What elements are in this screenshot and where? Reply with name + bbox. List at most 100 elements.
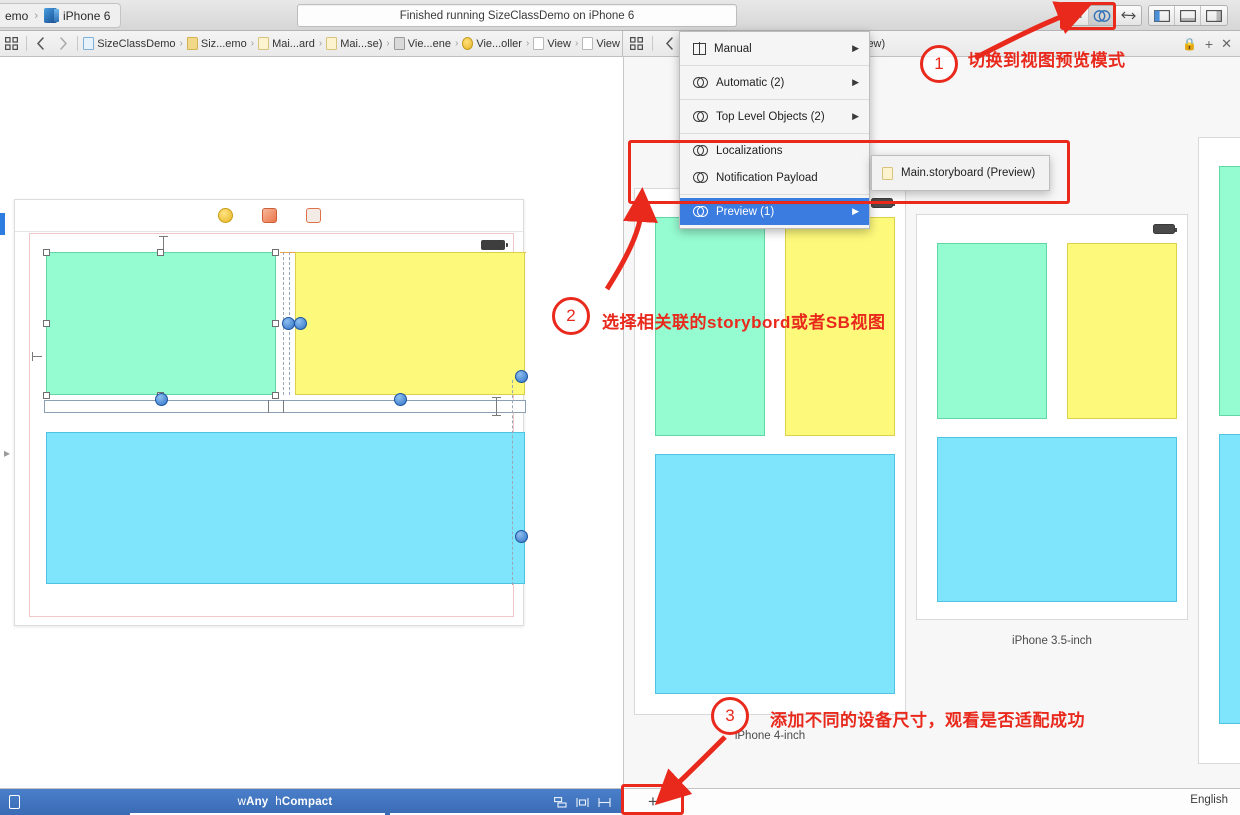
constraint-mark-2 (283, 400, 284, 413)
scene-icon (393, 37, 405, 50)
automatic-venn-icon (693, 110, 708, 123)
breadcrumb-item-storyboard[interactable]: Mai...ard (256, 37, 317, 50)
menu-item-automatic[interactable]: Automatic (2) ▶ (680, 69, 869, 96)
view-icon (582, 37, 594, 50)
menu-item-label: Notification Payload (716, 171, 818, 184)
add-preview-device-button[interactable]: + (622, 789, 684, 815)
preview-battery-icon (1153, 224, 1177, 234)
breadcrumb-item-view-2[interactable]: View (580, 37, 622, 50)
breadcrumb-item-view-1[interactable]: View (531, 37, 573, 50)
resize-handle-tc[interactable] (157, 249, 164, 256)
add-preview-label: + (648, 792, 658, 811)
breadcrumb-sep: › (454, 38, 459, 49)
green-view[interactable] (46, 252, 276, 395)
pin-button[interactable] (594, 797, 616, 808)
submenu-item-main-storyboard-preview[interactable]: Main.storyboard (Preview) (872, 160, 1049, 186)
version-editor-group[interactable] (1114, 5, 1142, 26)
utilities-toggle-button[interactable] (1201, 6, 1227, 25)
debug-area-toggle-button[interactable] (1175, 6, 1201, 25)
assistant-related-items-button[interactable] (623, 31, 649, 57)
preview-device-iphone-4inch[interactable]: iPhone 4-inch (634, 188, 906, 742)
preview-device-partial[interactable] (1198, 137, 1240, 764)
scheme-selector[interactable]: emo › iPhone 6 (0, 3, 122, 28)
breadcrumb-sep: › (386, 38, 390, 49)
resize-handle-bl[interactable] (43, 392, 50, 399)
resize-handle-ml[interactable] (43, 320, 50, 327)
close-assistant-icon[interactable]: ✕ (1221, 36, 1232, 52)
canvas-selection-stripe (0, 213, 5, 235)
standard-editor-button[interactable] (1063, 6, 1089, 25)
device-orientation-icon[interactable] (9, 795, 20, 809)
view-controller-scene[interactable] (14, 199, 528, 626)
constraint-dot-right-top[interactable] (515, 370, 528, 383)
navigator-toggle-button[interactable] (1149, 6, 1175, 25)
panel-toggle-segmented-control[interactable] (1148, 5, 1228, 26)
view-controller-view[interactable] (29, 233, 526, 617)
scheme-separator: › (34, 9, 39, 22)
menu-item-label: Top Level Objects (2) (716, 110, 825, 123)
constraint-spacing-bar[interactable] (44, 400, 526, 413)
jumpbar-divider (25, 36, 27, 51)
constraint-dot-right-bottom[interactable] (515, 530, 528, 543)
annotation-text-2: 选择相关联的storybord或者SB视图 (602, 313, 886, 332)
menu-item-localizations[interactable]: Localizations (680, 137, 869, 164)
menu-separator-4 (680, 194, 869, 195)
status-bar-battery-icon (481, 240, 508, 250)
constraint-dot-a[interactable] (155, 393, 168, 406)
breadcrumb-item-viewcontroller[interactable]: Vie...oller (460, 37, 524, 50)
resize-handle-tr[interactable] (272, 249, 279, 256)
related-items-button[interactable] (0, 31, 23, 57)
breadcrumb-label: Mai...ard (272, 37, 315, 50)
resize-handle-tl[interactable] (43, 249, 50, 256)
align-button[interactable] (572, 797, 594, 808)
device-icon (44, 8, 60, 23)
editor-mode-segmented-control[interactable] (1062, 5, 1116, 26)
project-file-icon (83, 37, 95, 50)
assistant-editor-popup-menu[interactable]: Manual ▶ Automatic (2) ▶ Top Level Objec… (679, 31, 870, 229)
menu-item-label: Manual (714, 42, 752, 55)
scene-dock (15, 200, 523, 232)
chevron-right-icon: ▶ (852, 77, 859, 87)
menu-item-notification-payload[interactable]: Notification Payload (680, 164, 869, 191)
blue-view[interactable] (46, 432, 525, 584)
related-items-icon (629, 37, 643, 50)
bottom-bar: wAny hCompact + English (0, 788, 1240, 815)
pin-icon (598, 797, 612, 807)
width-value: Any (246, 796, 269, 808)
menu-item-manual[interactable]: Manual ▶ (680, 35, 869, 62)
resize-handle-br[interactable] (272, 392, 279, 399)
menu-item-top-level-objects[interactable]: Top Level Objects (2) ▶ (680, 103, 869, 130)
menu-item-label: Localizations (716, 144, 783, 157)
yellow-view[interactable] (295, 252, 525, 395)
first-responder-dock-icon[interactable] (261, 208, 277, 223)
breadcrumb-sep: › (250, 38, 255, 49)
breadcrumb-item-scene[interactable]: Vie...ene (392, 37, 453, 50)
constraints-button[interactable] (550, 796, 572, 808)
preview-device-iphone-35inch[interactable]: iPhone 3.5-inch (916, 214, 1188, 647)
breadcrumb-sep: › (318, 38, 323, 49)
document-outline-toggle[interactable]: ▸ (4, 446, 10, 460)
breadcrumb-item-storyboard-base[interactable]: Mai...se) (324, 37, 384, 50)
breadcrumb-item-folder[interactable]: Siz...emo (185, 37, 249, 50)
breadcrumb-item-project[interactable]: SizeClassDemo (81, 37, 177, 50)
view-controller-dock-icon[interactable] (217, 208, 233, 223)
preview-submenu[interactable]: Main.storyboard (Preview) (871, 155, 1050, 191)
add-assistant-icon[interactable]: + (1205, 36, 1213, 52)
menu-item-label: Automatic (2) (716, 76, 785, 89)
automatic-venn-icon (693, 205, 708, 218)
scheme-device-label: iPhone 6 (63, 8, 111, 23)
exit-dock-icon[interactable] (305, 208, 321, 223)
constraint-dot-d[interactable] (294, 317, 307, 330)
forward-button[interactable] (52, 31, 75, 57)
assistant-editor-button[interactable] (1089, 6, 1115, 25)
back-button[interactable] (29, 31, 52, 57)
menu-item-preview[interactable]: Preview (1) ▶ (680, 198, 869, 225)
size-class-bar[interactable]: wAny hCompact (0, 789, 622, 815)
version-editor-button[interactable] (1115, 6, 1141, 25)
preview-blue-view (655, 454, 895, 694)
constraint-dot-b[interactable] (394, 393, 407, 406)
menu-separator-1 (680, 65, 869, 66)
resize-handle-mr[interactable] (272, 320, 279, 327)
lock-icon[interactable]: 🔒 (1182, 37, 1197, 51)
storyboard-canvas[interactable]: ▸ (0, 57, 622, 788)
